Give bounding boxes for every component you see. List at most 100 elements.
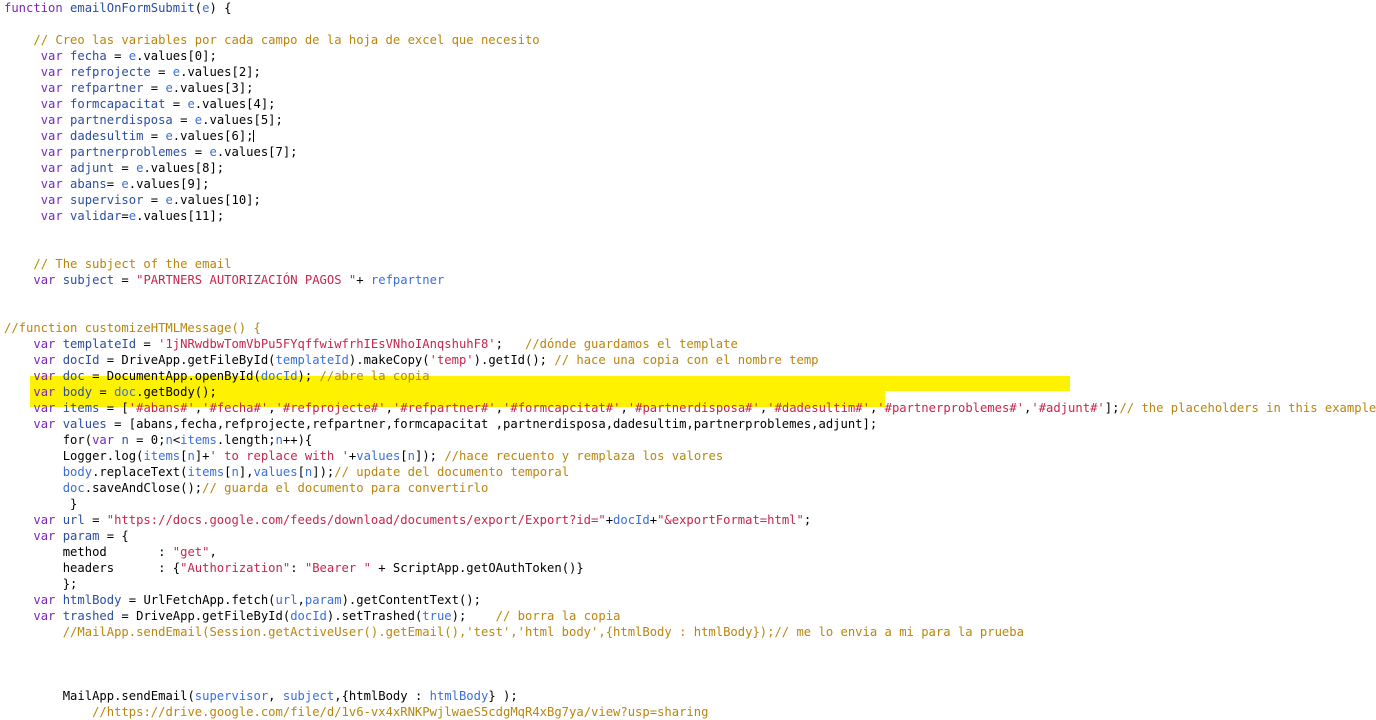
code-line[interactable]: body.replaceText(items[n],values[n]);// …	[0, 464, 1376, 480]
code-token-pl: for	[62, 433, 85, 447]
code-line[interactable]: var dadesultim = e.values[6];	[0, 128, 1376, 144]
code-token-idl: values	[356, 449, 401, 463]
code-token-pl: abans,fecha,refprojecte,refpartner,formc…	[136, 417, 863, 431]
code-token-idl: doc	[62, 481, 85, 495]
code-token-pl: =	[99, 353, 122, 367]
code-line[interactable]	[0, 240, 1376, 256]
code-token-cmt: //dónde guardamos el template	[525, 337, 738, 351]
code-line[interactable]	[0, 672, 1376, 688]
code-token-id: refprojecte	[70, 65, 151, 79]
code-line[interactable]: };	[0, 576, 1376, 592]
code-line[interactable]	[0, 656, 1376, 672]
code-token-id: body	[62, 385, 93, 399]
code-token-pl: ).makeCopy(	[348, 353, 430, 367]
code-token-pl: =	[187, 145, 210, 159]
code-line[interactable]: var subject = "PARTNERS AUTORIZACIÓN PAG…	[0, 272, 1376, 288]
code-content[interactable]: function emailOnFormSubmit(e) { // Creo …	[0, 0, 1376, 719]
code-line[interactable]: method : "get",	[0, 544, 1376, 560]
code-line[interactable]: }	[0, 496, 1376, 512]
code-token-str: '#refprojecte#'	[275, 401, 386, 415]
code-token-idl: body	[62, 465, 93, 479]
code-line[interactable]: var abans= e.values[9];	[0, 176, 1376, 192]
code-token-id: validar	[70, 209, 122, 223]
code-line[interactable]: var partnerdisposa = e.values[5];	[0, 112, 1376, 128]
code-line[interactable]: Logger.log(items[n]+' to replace with '+…	[0, 448, 1376, 464]
code-token-kw: var	[33, 337, 63, 351]
code-token-kw: var	[40, 97, 71, 111]
code-token-pl: .saveAndClose();	[84, 481, 203, 495]
code-token-str: "get"	[172, 545, 210, 559]
code-line[interactable]: var validar=e.values[11];	[0, 208, 1376, 224]
code-line[interactable]	[0, 224, 1376, 240]
code-line[interactable]: var doc = DocumentApp.openById(docId); /…	[0, 368, 1376, 384]
code-line[interactable]	[0, 16, 1376, 32]
code-token-id: abans	[70, 177, 107, 191]
code-token-pl: =	[84, 513, 107, 527]
code-line[interactable]: var items = ['#abans#','#fecha#','#refpr…	[0, 400, 1376, 416]
code-token-pl: =	[172, 113, 195, 127]
code-token-cmt: // borra la copia	[495, 609, 621, 623]
code-line[interactable]: headers : {"Authorization": "Bearer " + …	[0, 560, 1376, 576]
code-line[interactable]: var refpartner = e.values[3];	[0, 80, 1376, 96]
code-token-pl: .values[11];	[136, 209, 225, 223]
code-line[interactable]: var url = "https://docs.google.com/feeds…	[0, 512, 1376, 528]
code-token-pl: +	[649, 513, 658, 527]
code-token-pl: .values[6];	[172, 129, 254, 143]
code-token-cmt: // The subject of the email	[33, 257, 232, 271]
code-token-str: "Bearer "	[304, 561, 371, 575]
code-editor[interactable]: function emailOnFormSubmit(e) { // Creo …	[0, 0, 1376, 719]
code-token-id: trashed	[62, 609, 115, 623]
code-line[interactable]: var refprojecte = e.values[2];	[0, 64, 1376, 80]
code-line[interactable]: var docId = DriveApp.getFileById(templat…	[0, 352, 1376, 368]
code-token-cmt: //abre la copia	[319, 369, 430, 383]
code-line[interactable]: var partnerproblemes = e.values[7];	[0, 144, 1376, 160]
code-token-pl: MailApp.sendEmail(	[62, 689, 195, 703]
code-line[interactable]: for(var n = 0;n<items.length;n++){	[0, 432, 1376, 448]
code-token-pl: ++){	[282, 433, 313, 447]
code-token-str: '#dadesultim#'	[767, 401, 870, 415]
code-token-idl: values	[253, 465, 298, 479]
code-token-cmt: // Creo las variables por cada campo de …	[33, 33, 540, 47]
code-line[interactable]: var formcapacitat = e.values[4];	[0, 96, 1376, 112]
code-line[interactable]: var adjunt = e.values[8];	[0, 160, 1376, 176]
code-line[interactable]: var param = {	[0, 528, 1376, 544]
code-token-idl: e	[128, 49, 137, 63]
code-line[interactable]	[0, 640, 1376, 656]
code-line[interactable]: //https://drive.google.com/file/d/1v6-vx…	[0, 704, 1376, 720]
code-line[interactable]: MailApp.sendEmail(supervisor, subject,{h…	[0, 688, 1376, 704]
code-line[interactable]: var supervisor = e.values[10];	[0, 192, 1376, 208]
code-token-pl: ,	[620, 401, 628, 415]
code-token-idl: e	[165, 81, 173, 95]
code-token-idl: param	[304, 593, 342, 607]
code-token-str: '#fecha#'	[202, 401, 269, 415]
code-line[interactable]: var values = [abans,fecha,refprojecte,re…	[0, 416, 1376, 432]
code-token-kw: var	[40, 129, 71, 143]
code-token-id: formcapacitat	[70, 97, 166, 111]
code-line[interactable]: //MailApp.sendEmail(Session.getActiveUse…	[0, 624, 1376, 640]
code-line[interactable]: var fecha = e.values[0];	[0, 48, 1376, 64]
code-line[interactable]: var htmlBody = UrlFetchApp.fetch(url,par…	[0, 592, 1376, 608]
code-line[interactable]: doc.saveAndClose();// guarda el document…	[0, 480, 1376, 496]
code-token-pl: =	[136, 337, 159, 351]
code-token-idl: e	[165, 193, 173, 207]
code-line[interactable]	[0, 288, 1376, 304]
code-token-pl: +	[605, 513, 614, 527]
code-line[interactable]	[0, 304, 1376, 320]
code-token-idl: true	[422, 609, 452, 623]
code-token-pl: ).getContentText();	[341, 593, 481, 607]
code-token-kw: var	[33, 529, 63, 543]
code-line[interactable]: var body = doc.getBody();	[0, 384, 1376, 400]
code-token-id: param	[62, 529, 100, 543]
code-line[interactable]: // The subject of the email	[0, 256, 1376, 272]
code-line[interactable]: function emailOnFormSubmit(e) {	[0, 0, 1376, 16]
code-line[interactable]: var templateId = '1jNRwdbwTomVbPu5FYqffw…	[0, 336, 1376, 352]
code-token-pl: DriveApp.getFileById(	[121, 353, 276, 367]
code-line[interactable]: //function customizeHTMLMessage() {	[0, 320, 1376, 336]
code-token-kw: var	[33, 593, 63, 607]
code-token-pl: DriveApp.getFileById(	[136, 609, 291, 623]
code-line[interactable]: var trashed = DriveApp.getFileById(docId…	[0, 608, 1376, 624]
code-token-idl: url	[275, 593, 298, 607]
code-line[interactable]: // Creo las variables por cada campo de …	[0, 32, 1376, 48]
code-token-str: "Authorization"	[180, 561, 291, 575]
code-token-pl: .values[9];	[128, 177, 210, 191]
